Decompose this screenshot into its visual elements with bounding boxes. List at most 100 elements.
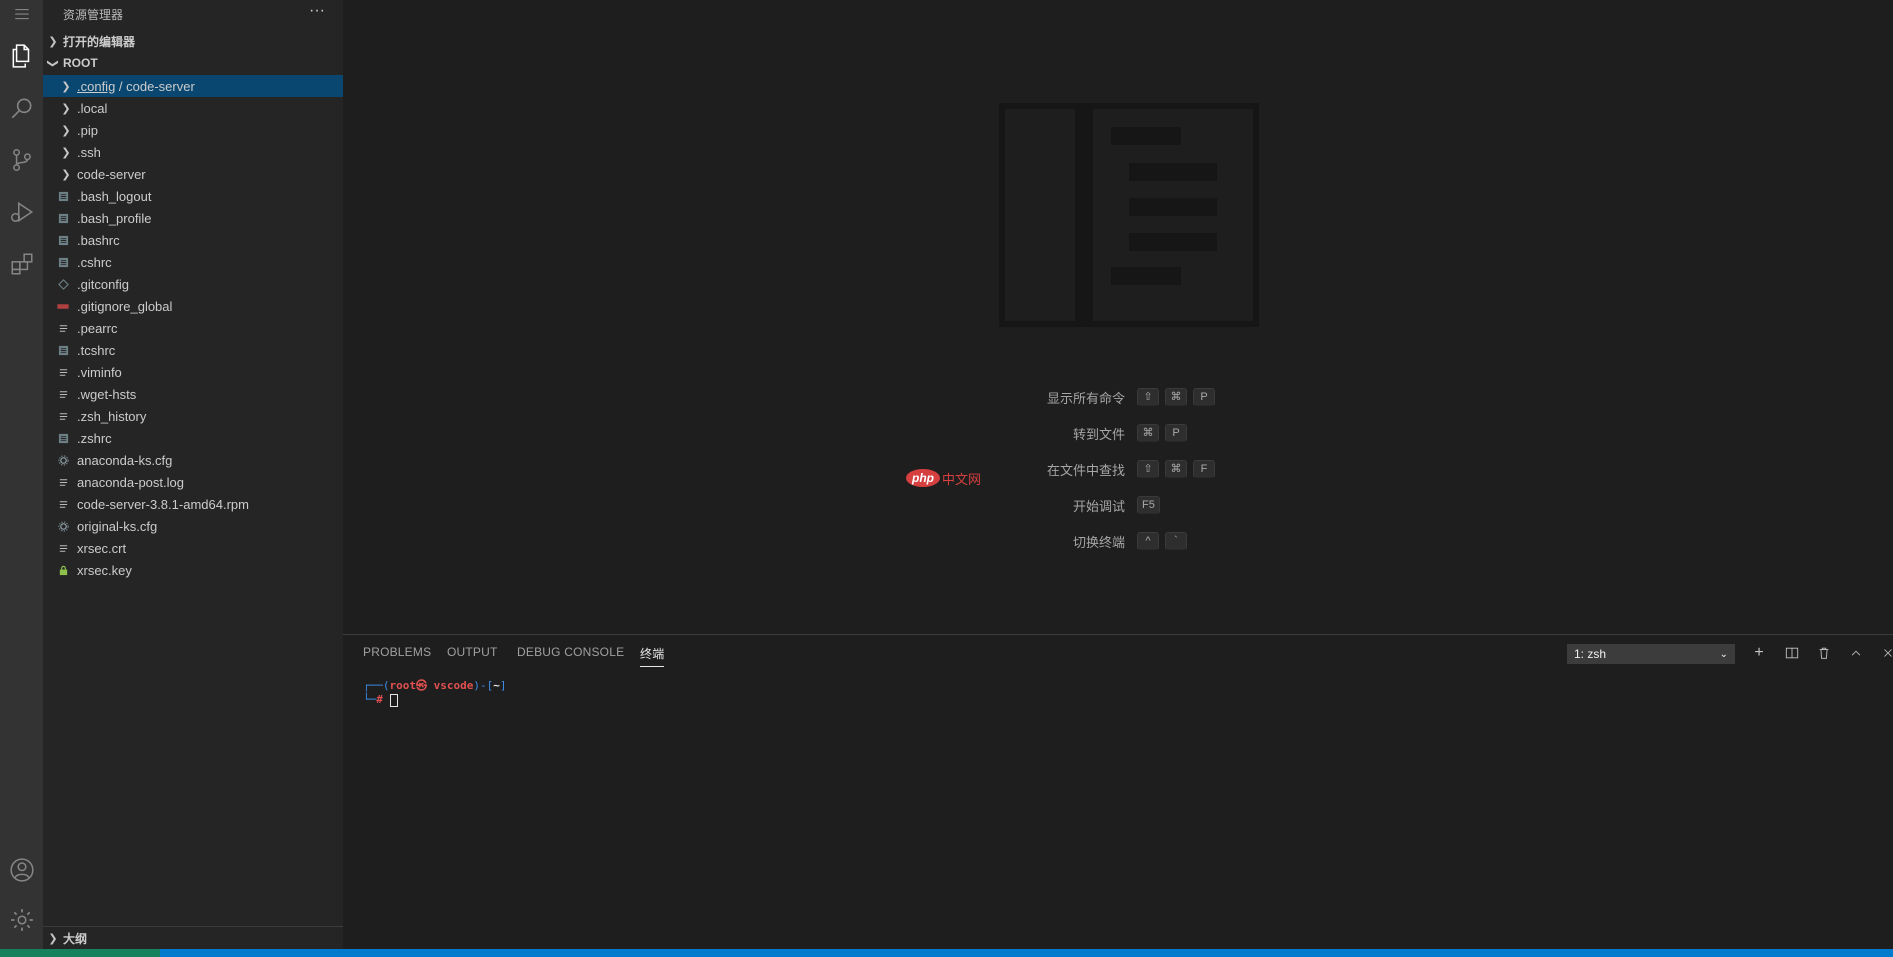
outline-header[interactable]: ❯ 大纲: [43, 927, 343, 949]
chevron-down-icon: ⌄: [1719, 648, 1728, 660]
tree-item-label: .gitconfig: [77, 276, 130, 292]
tree-folder[interactable]: ❯ .pip: [43, 119, 343, 141]
keybinding-key: ⌘: [1137, 424, 1159, 442]
more-actions-icon[interactable]: ···: [309, 2, 325, 20]
chevron-right-icon: ❯: [61, 146, 71, 159]
text-file-icon: [57, 498, 69, 510]
source-control-icon[interactable]: [0, 136, 43, 184]
tree-file[interactable]: .tcshrc: [43, 339, 343, 361]
prompt-frame: └─: [363, 693, 377, 706]
search-icon[interactable]: [0, 84, 43, 132]
tree-item-label: .local: [77, 100, 108, 116]
text-file-icon: [57, 476, 69, 488]
chevron-right-icon: ❯: [61, 102, 71, 115]
tree-file[interactable]: .viminfo: [43, 361, 343, 383]
tree-file[interactable]: .cshrc: [43, 251, 343, 273]
account-icon[interactable]: [0, 846, 43, 894]
gear-icon[interactable]: [0, 896, 43, 944]
tree-item-label: .pip: [77, 122, 98, 138]
tree-file[interactable]: .gitconfig: [43, 273, 343, 295]
bottom-panel: PROBLEMS OUTPUT DEBUG CONSOLE 终端 1: zsh ⌄ +…: [343, 634, 1893, 950]
tree-item-label: .config: [77, 78, 116, 94]
file-icon: [57, 256, 69, 268]
tree-file[interactable]: .bash_profile: [43, 207, 343, 229]
text-file-icon: [57, 366, 69, 378]
explorer-icon[interactable]: [0, 32, 43, 80]
chevron-right-icon: ❯: [48, 932, 58, 945]
keybinding-key: ⇧: [1137, 460, 1159, 478]
tree-folder[interactable]: ❯ .ssh: [43, 141, 343, 163]
root-label: ROOT: [63, 56, 98, 70]
tree-file[interactable]: original-ks.cfg: [43, 515, 343, 537]
tree-item-label: code-server-3.8.1-amd64.rpm: [77, 496, 249, 512]
menu-icon[interactable]: [0, 0, 43, 28]
keybinding-key: F5: [1137, 496, 1160, 514]
file-icon: [57, 212, 69, 224]
tree-folder[interactable]: ❯ .config / code-server: [43, 75, 343, 97]
panel-tab[interactable]: DEBUG CONSOLE: [517, 645, 624, 659]
tree-file[interactable]: xrsec.crt: [43, 537, 343, 559]
shortcut-row: 显示所有命令 ⇧ ⌘ P: [1000, 386, 1400, 408]
maximize-panel-icon[interactable]: [1846, 643, 1866, 663]
tree-file[interactable]: anaconda-post.log: [43, 471, 343, 493]
terminal-selector[interactable]: 1: zsh ⌄: [1567, 644, 1735, 664]
tree-item-label: xrsec.crt: [77, 540, 127, 556]
prompt-frame: ┌──(: [363, 679, 390, 692]
gitignore-icon: [57, 300, 69, 312]
text-file-icon: [57, 542, 69, 554]
tree-file[interactable]: anaconda-ks.cfg: [43, 449, 343, 471]
prompt-frame: )-[: [473, 679, 494, 692]
new-terminal-icon[interactable]: +: [1749, 643, 1769, 663]
panel-tab[interactable]: 终端: [640, 645, 665, 667]
tree-item-label: .bash_profile: [77, 210, 152, 226]
git-icon: [57, 278, 69, 290]
tree-file[interactable]: .zsh_history: [43, 405, 343, 427]
tree-item-label: .cshrc: [77, 254, 112, 270]
chevron-right-icon: ❯: [48, 35, 58, 48]
vscode-watermark-logo: [999, 103, 1259, 327]
terminal-output[interactable]: ┌──(root㉿ vscode)-[~] └─#: [363, 679, 506, 707]
outline-label: 大纲: [63, 931, 88, 946]
explorer-sidebar: 资源管理器 ··· ❯ 打开的编辑器 ❯ ROOT ❯ .config / cod…: [43, 0, 343, 949]
watermark-logo: php 中文网: [906, 467, 981, 489]
chevron-right-icon: ❯: [61, 80, 71, 93]
tree-item-label: .bashrc: [77, 232, 120, 248]
text-file-icon: [57, 388, 69, 400]
tree-file[interactable]: code-server-3.8.1-amd64.rpm: [43, 493, 343, 515]
remote-indicator[interactable]: [0, 949, 160, 957]
open-editors-header[interactable]: ❯ 打开的编辑器: [43, 30, 343, 52]
keybinding-key: P: [1165, 424, 1187, 442]
close-panel-icon[interactable]: [1878, 643, 1893, 663]
trash-icon[interactable]: [1814, 643, 1834, 663]
root-folder-header[interactable]: ❯ ROOT: [43, 52, 343, 74]
tree-file[interactable]: .gitignore_global: [43, 295, 343, 317]
tree-folder[interactable]: ❯ .local: [43, 97, 343, 119]
keybinding-key: `: [1165, 532, 1187, 550]
panel-tab[interactable]: PROBLEMS: [363, 645, 431, 659]
panel-tab[interactable]: OUTPUT: [447, 645, 498, 659]
keybinding-key: ⌘: [1165, 388, 1187, 406]
tree-item-label: anaconda-ks.cfg: [77, 452, 173, 468]
tree-item-label: xrsec.key: [77, 562, 132, 578]
tree-file[interactable]: .pearrc: [43, 317, 343, 339]
keybinding-key: ^: [1137, 532, 1159, 550]
sidebar-title: 资源管理器: [63, 8, 124, 22]
tree-folder[interactable]: ❯ code-server: [43, 163, 343, 185]
keybinding-key: ⌘: [1165, 460, 1187, 478]
file-icon: [57, 234, 69, 246]
terminal-line-1: ┌──(root㉿ vscode)-[~]: [363, 679, 506, 693]
tree-file[interactable]: .bash_logout: [43, 185, 343, 207]
shortcut-row: 开始调试 F5: [1000, 494, 1400, 516]
tree-item-label: .ssh: [77, 144, 101, 160]
tree-file[interactable]: .zshrc: [43, 427, 343, 449]
tree-file[interactable]: .bashrc: [43, 229, 343, 251]
shortcut-label: 转到文件: [1072, 426, 1125, 442]
split-terminal-icon[interactable]: [1782, 643, 1802, 663]
run-debug-icon[interactable]: [0, 188, 43, 236]
watermark-text: 中文网: [942, 471, 982, 487]
file-icon: [57, 344, 69, 356]
prompt-host: vscode: [427, 679, 474, 692]
tree-file[interactable]: xrsec.key: [43, 559, 343, 581]
extensions-icon[interactable]: [0, 240, 43, 288]
tree-file[interactable]: .wget-hsts: [43, 383, 343, 405]
